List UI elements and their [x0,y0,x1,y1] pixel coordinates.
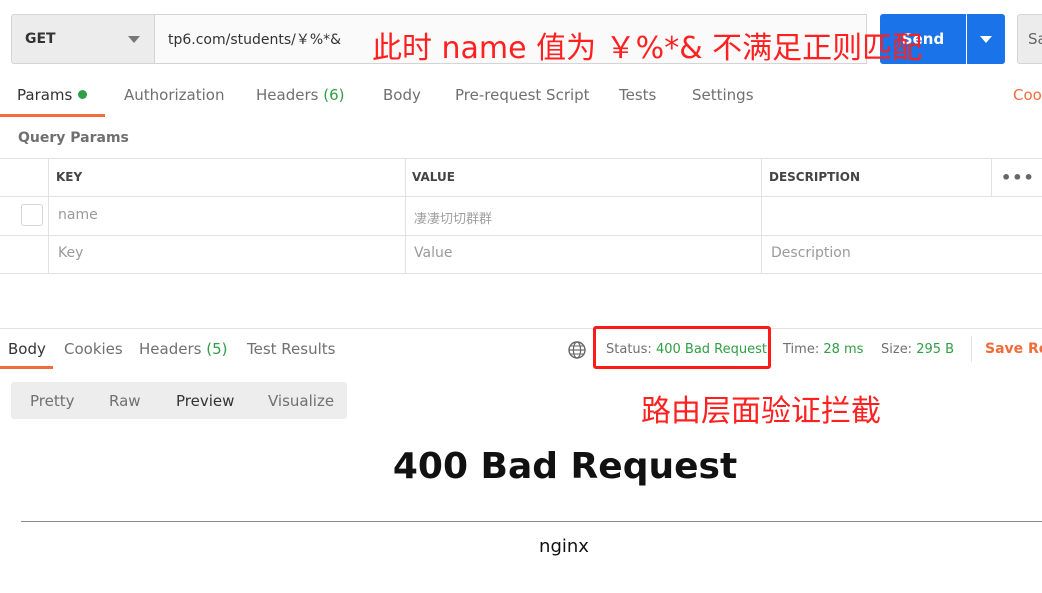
tab-authorization[interactable]: Authorization [124,86,224,110]
tab-headers-label: Headers [256,86,319,104]
view-mode-visualize[interactable]: Visualize [268,392,334,410]
size-readout: Size: 295 B [881,342,954,357]
column-header-key: KEY [56,170,83,184]
response-tab-headers[interactable]: Headers (5) [139,340,227,358]
column-header-description: DESCRIPTION [769,170,861,184]
tab-settings[interactable]: Settings [692,86,754,110]
new-key-input[interactable]: Key [58,245,83,261]
size-label: Size: [881,342,913,357]
param-key-cell[interactable]: name [58,207,98,223]
chevron-down-icon [128,36,140,43]
param-checkbox[interactable] [21,204,43,226]
params-active-dot-icon [78,90,88,99]
tab-headers[interactable]: Headers (6) [256,86,344,110]
tab-tests[interactable]: Tests [619,86,656,110]
tab-headers-count: (6) [323,86,345,104]
method-label: GET [25,31,56,47]
time-value: 28 ms [823,342,864,357]
globe-icon[interactable] [567,340,587,360]
new-value-input[interactable]: Value [414,245,452,261]
tab-params-label: Params [17,86,73,104]
meta-divider [971,336,972,362]
tab-body[interactable]: Body [383,86,421,110]
view-mode-pretty[interactable]: Pretty [30,392,75,410]
view-mode-preview[interactable]: Preview [176,392,234,410]
time-readout: Time: 28 ms [783,342,863,357]
url-text: tp6.com/students/￥%*& [168,32,342,48]
table-bottom-border [0,273,1042,274]
response-tab-headers-label: Headers [139,340,202,358]
cookies-link[interactable]: Coo [1013,86,1042,104]
time-label: Time: [783,342,820,357]
method-select[interactable]: GET [11,14,155,64]
response-body-footer: nginx [539,536,589,557]
tab-params-underline [0,114,105,117]
annotation-middle: 路由层面验证拦截 [641,394,881,429]
response-tab-body[interactable]: Body [8,340,46,358]
more-options-icon[interactable]: ••• [1001,168,1035,187]
response-body-title: 400 Bad Request [392,446,738,487]
table-col-divider [761,158,762,273]
new-description-input[interactable]: Description [771,245,851,261]
response-tab-test-results[interactable]: Test Results [247,340,335,358]
param-value-cell[interactable]: 凄凄切切群群 [414,208,492,227]
size-value: 295 B [916,342,955,357]
response-body-divider [21,521,1042,522]
response-tab-headers-count: (5) [206,340,228,358]
response-tab-cookies[interactable]: Cookies [64,340,123,358]
save-response-button[interactable]: Save Res [985,341,1042,357]
view-mode-raw[interactable]: Raw [109,392,141,410]
send-options-chevron-icon[interactable] [967,14,1005,64]
table-top-border [0,158,1042,159]
response-divider [0,328,1042,329]
column-header-value: VALUE [412,170,455,184]
tab-params[interactable]: Params [17,86,88,110]
table-col-divider [48,158,49,273]
table-header-border [0,196,1042,197]
save-button[interactable]: Sa [1017,14,1042,64]
table-row-border [0,235,1042,236]
response-tab-body-underline [0,366,53,369]
annotation-top: 此时 name 值为 ￥%*& 不满足正则匹配 [372,31,923,66]
table-col-divider [405,158,406,273]
table-col-divider [991,158,992,196]
query-params-title: Query Params [18,130,129,146]
tab-prerequest-script[interactable]: Pre-request Script [455,86,590,110]
status-highlight-box [593,326,771,369]
